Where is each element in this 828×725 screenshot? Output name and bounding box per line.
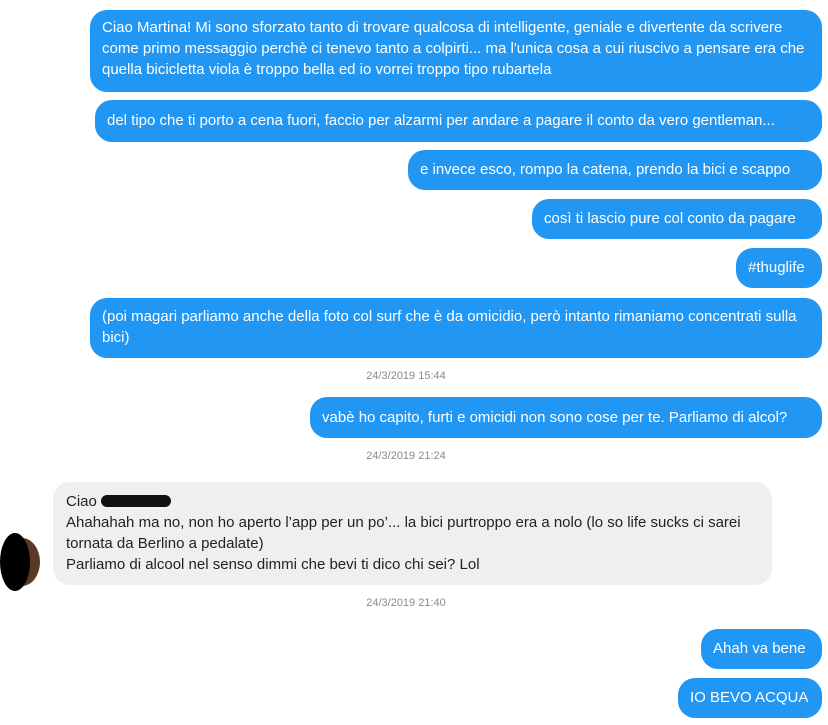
sent-message[interactable]: vabè ho capito, furti e omicidi non sono…: [310, 397, 822, 438]
received-greeting: Ciao: [66, 493, 97, 510]
received-line: Parliamo di alcool nel senso dimmi che b…: [66, 556, 480, 573]
received-greeting-line: Ciao: [66, 491, 759, 512]
redacted-avatar-icon: [0, 533, 40, 591]
sent-message[interactable]: del tipo che ti porto a cena fuori, facc…: [95, 100, 822, 142]
chat-thread: Ciao Martina! Mi sono sforzato tanto di …: [0, 0, 828, 725]
contact-avatar[interactable]: [0, 532, 42, 592]
message-timestamp: 24/3/2019 21:40: [366, 597, 446, 609]
sent-message[interactable]: Ciao Martina! Mi sono sforzato tanto di …: [90, 10, 822, 92]
received-message[interactable]: Ciao Ahahahah ma no, non ho aperto l’app…: [53, 482, 772, 585]
sent-message[interactable]: Ahah va bene: [701, 629, 822, 669]
sent-message[interactable]: e invece esco, rompo la catena, prendo l…: [408, 150, 822, 190]
message-timestamp: 24/3/2019 21:24: [366, 450, 446, 462]
sent-message[interactable]: (poi magari parliamo anche della foto co…: [90, 298, 822, 358]
sent-message[interactable]: #thuglife: [736, 248, 822, 288]
redacted-name: [100, 495, 171, 507]
sent-message[interactable]: IO BEVO ACQUA: [678, 678, 822, 718]
sent-message[interactable]: così ti lascio pure col conto da pagare: [532, 199, 822, 239]
received-line: Ahahahah ma no, non ho aperto l’app per …: [66, 514, 741, 552]
message-timestamp: 24/3/2019 15:44: [366, 370, 446, 382]
